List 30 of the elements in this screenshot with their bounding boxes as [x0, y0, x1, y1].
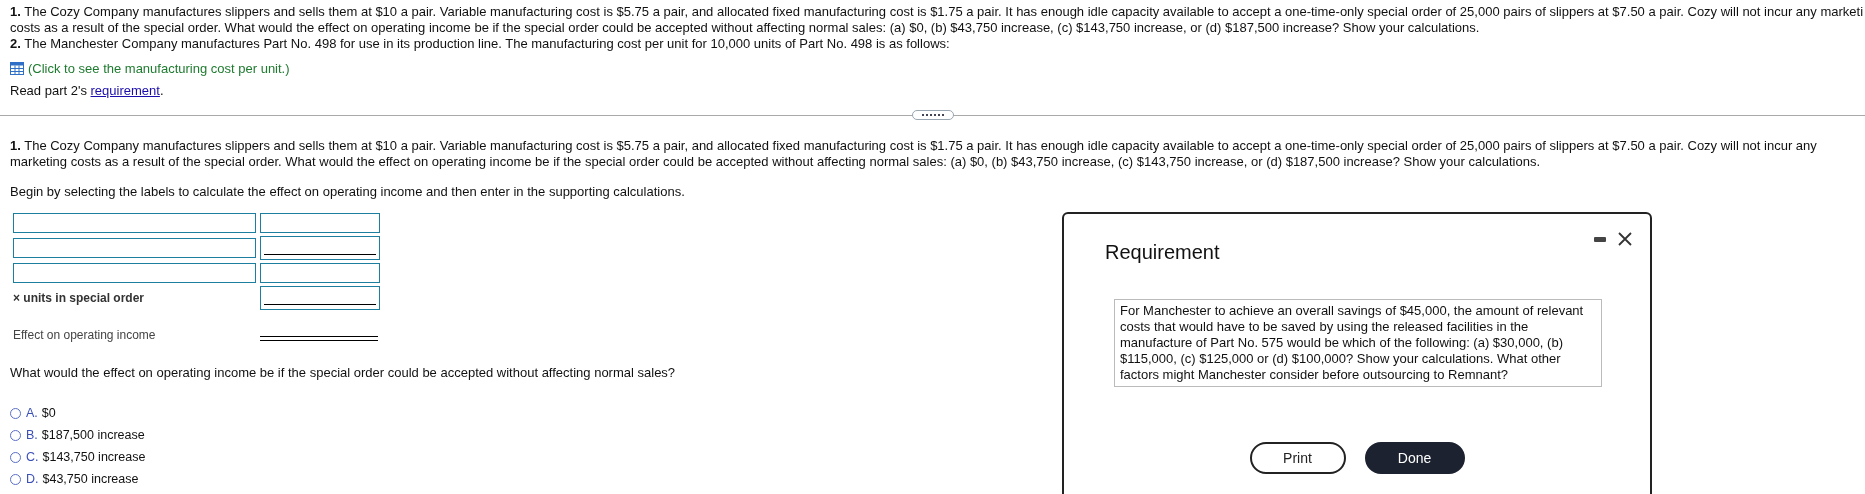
- print-button[interactable]: Print: [1249, 442, 1346, 474]
- problem-text: 2. The Manchester Company manufactures Part No. 498 for use in its production line. The manufacturing cost per unit for 10,000 units of Part No. 498 is as follows:: [10, 36, 951, 52]
- option-label: B. $187,500 increase: [26, 428, 145, 442]
- dialog-title: Requirement: [1105, 241, 1220, 264]
- label-dropdown[interactable]: [13, 213, 256, 233]
- done-button[interactable]: Done: [1364, 442, 1465, 474]
- problem-text: 1. The Cozy Company manufactures slippers and sells them at $10 a pair. Variable manufacturing cost is $5.75 a pair, and allocated fixed manufacturing cost is $1.75 a pair. It has enough idle capacity available to accept a one-time-only special order of 25,000 pairs of slippers at $7.50 a pair. Cozy will not incur any marketi: [10, 4, 1865, 20]
- data-link[interactable]: (Click to see the manufacturing cost per unit.): [28, 61, 290, 76]
- label-dropdown[interactable]: [13, 263, 256, 283]
- requirement-text: For Manchester to achieve an overall savings of $45,000, the amount of relevant costs that would have to be saved by using the released facilities in the manufacture of Part No. 575 would be which of the following: (a) $30,000, (b) $115,000, (c) $125,000 or (d) $100,000? Show your calculations. What other factors might Manchester consider before outsourcing to Remnant?: [1114, 299, 1602, 387]
- question-text: 1. The Cozy Company manufactures slippers and sells them at $10 a pair. Variable manufacturing cost is $5.75 a pair, and allocated fixed manufacturing cost is $1.75 a pair. It has enough idle capacity available to accept a one-time-only special order of 25,000 pairs of slippers at $7.50 a pair. Cozy will not incur any marketing costs as a result of the special order. What would the effect on operating income be if the special order could be accepted without affecting normal sales: (a) $0, (b) $43,750 increase, (c) $143,750 increase, or (d) $187,500 increase? Show your calculations.: [10, 138, 1818, 170]
- amount-field[interactable]: [260, 213, 380, 233]
- option-label: D. $43,750 increase: [26, 472, 139, 486]
- question-text: What would the effect on operating income be if the special order could be accepted without affecting normal sales?: [10, 365, 676, 380]
- instruction-text: Read part 2's requirement.: [10, 83, 165, 98]
- resize-handle[interactable]: [911, 110, 954, 120]
- option-label: C. $143,750 increase: [26, 450, 146, 464]
- amount-field[interactable]: [260, 286, 380, 310]
- amount-field[interactable]: [260, 263, 380, 283]
- label-dropdown[interactable]: [13, 238, 256, 258]
- problem-text: costs as a result of the special order. What would the effect on operating income be if the special order could be accepted without affecting normal sales: (a) $0, (b) $43,750 increase, (c) $143,750 increase, or (d) $187,500 increase? Show your calculations.: [10, 20, 1481, 36]
- row-label: × units in special order: [13, 291, 146, 305]
- minimize-button[interactable]: [1594, 236, 1606, 242]
- close-button[interactable]: [1618, 232, 1632, 246]
- instruction-text: Begin by selecting the labels to calculate the effect on operating income and then enter in the supporting calculations.: [10, 184, 686, 199]
- requirement-link[interactable]: requirement: [90, 83, 160, 98]
- table-icon[interactable]: [10, 62, 24, 75]
- amount-field[interactable]: [260, 236, 380, 260]
- row-label: Effect on operating income: [13, 328, 157, 342]
- option-label: A. $0: [26, 406, 56, 420]
